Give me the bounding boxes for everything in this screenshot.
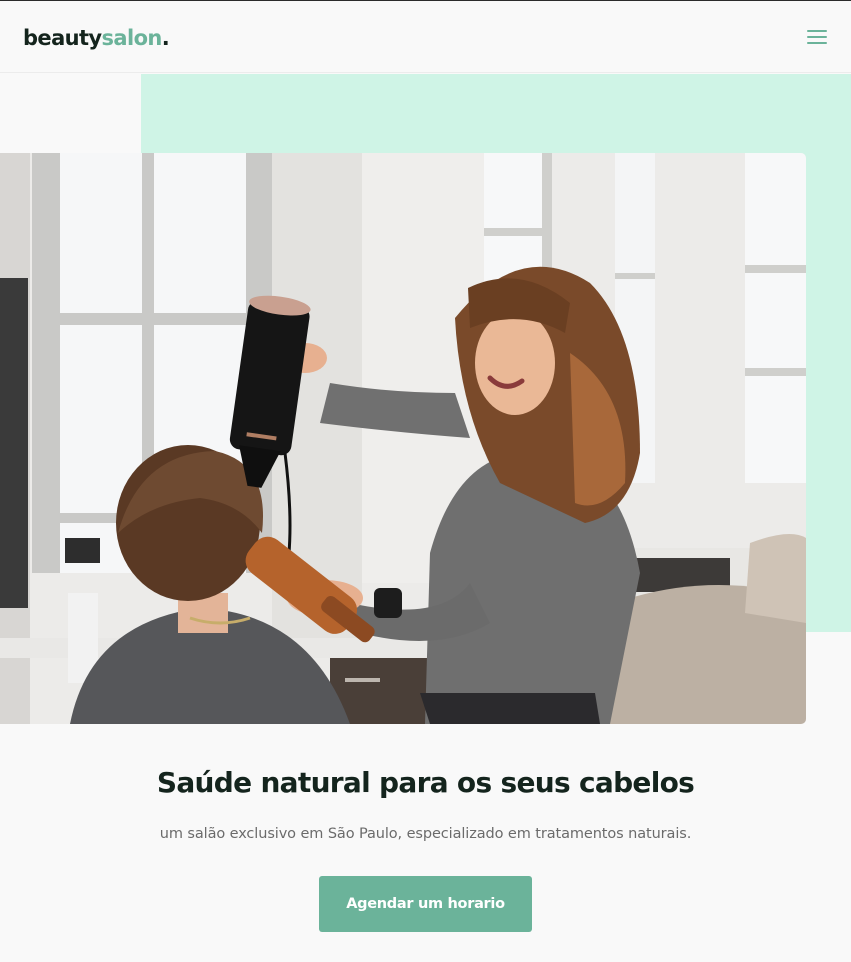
site-header: beautysalon. — [0, 1, 851, 73]
hamburger-menu-icon[interactable] — [804, 25, 830, 49]
stylist-jeans — [420, 693, 600, 724]
logo-text-beauty: beauty — [23, 26, 102, 50]
dark-mirror — [0, 278, 28, 608]
menu-line — [807, 42, 827, 44]
brand-logo[interactable]: beautysalon. — [23, 24, 170, 52]
logo-dot: . — [161, 26, 170, 50]
tool — [65, 538, 100, 563]
book-appointment-button[interactable]: Agendar um horario — [319, 876, 532, 932]
watch — [374, 588, 402, 618]
hero-photo — [0, 153, 806, 724]
logo-text-salon: salon — [101, 26, 163, 50]
window-right-b — [745, 153, 806, 483]
hero-subtitle: um salão exclusivo em São Paulo, especia… — [159, 826, 692, 842]
menu-line — [807, 30, 827, 32]
chair-arm — [745, 534, 806, 623]
hero-title: Saúde natural para os seus cabelos — [156, 766, 695, 799]
stylist-face — [475, 311, 555, 415]
menu-line — [807, 36, 827, 38]
salon-photo-illustration — [0, 153, 806, 724]
